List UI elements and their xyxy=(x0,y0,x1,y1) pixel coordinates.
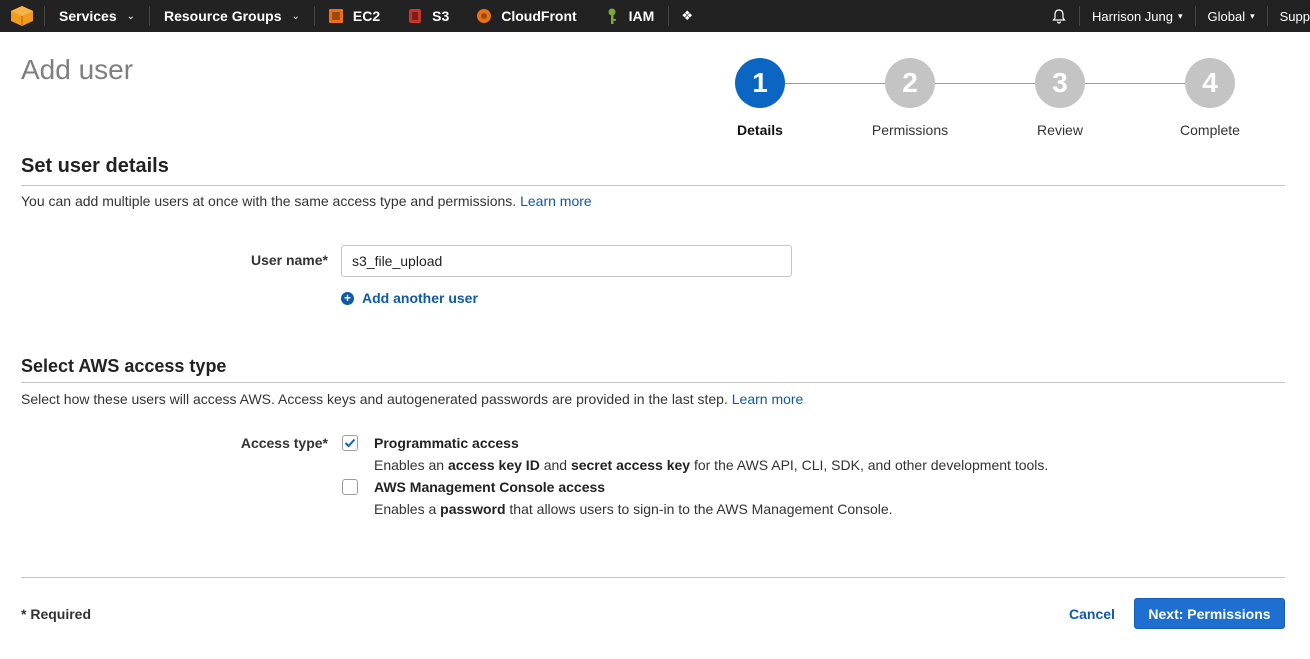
resource-groups-label: Resource Groups xyxy=(164,8,282,24)
notifications-button[interactable] xyxy=(1039,8,1079,24)
shortcut-s3[interactable]: S3 xyxy=(394,0,463,32)
page-title: Add user xyxy=(21,54,134,85)
step-number: 2 xyxy=(885,58,935,108)
chevron-down-icon: ⌄ xyxy=(126,10,135,22)
shortcut-ec2-label: EC2 xyxy=(352,8,381,24)
user-name-label: User name* xyxy=(250,252,328,268)
s3-icon xyxy=(406,7,424,25)
nav-right-group: Harrison Jung ▾ Global ▾ Supp xyxy=(1039,0,1310,32)
step-label: Details xyxy=(737,122,783,138)
checkmark-icon xyxy=(344,438,356,448)
section-divider xyxy=(21,382,1285,383)
bell-icon xyxy=(1052,9,1066,24)
support-label: Supp xyxy=(1279,8,1310,24)
desc-bold: secret access key xyxy=(570,457,691,473)
step-permissions[interactable]: 2 Permissions xyxy=(850,58,970,138)
desc-text: Enables a xyxy=(374,501,441,517)
shortcut-cloudfront-label: CloudFront xyxy=(501,8,577,24)
account-menu[interactable]: Harrison Jung ▾ xyxy=(1080,9,1194,24)
description-text: Select how these users will access AWS. … xyxy=(21,391,728,407)
step-complete[interactable]: 4 Complete xyxy=(1150,58,1270,138)
desc-text: Enables an xyxy=(374,457,448,473)
region-menu[interactable]: Global ▾ xyxy=(1196,9,1267,24)
step-label: Complete xyxy=(1180,122,1240,138)
access-type-description: Select how these users will access AWS. … xyxy=(21,391,803,407)
resource-groups-menu[interactable]: Resource Groups ⌄ xyxy=(150,0,314,32)
learn-more-link[interactable]: Learn more xyxy=(520,193,592,209)
user-name-input[interactable] xyxy=(341,245,792,277)
step-number: 1 xyxy=(735,58,785,108)
add-another-user-link[interactable]: + Add another user xyxy=(341,290,478,306)
iam-key-icon xyxy=(603,7,621,25)
pin-icon: ❖ xyxy=(681,8,693,23)
console-access-description: Enables a password that allows users to … xyxy=(374,501,893,517)
required-note: * Required xyxy=(21,606,92,622)
access-type-label: Access type* xyxy=(240,435,328,451)
user-details-heading: Set user details xyxy=(21,155,169,177)
description-text: You can add multiple users at once with … xyxy=(21,193,517,209)
programmatic-access-description: Enables an access key ID and secret acce… xyxy=(374,457,1048,473)
aws-logo-icon[interactable] xyxy=(0,0,44,32)
shortcut-cloudfront[interactable]: CloudFront xyxy=(463,0,590,32)
desc-text: and xyxy=(539,457,571,473)
region-label: Global xyxy=(1207,8,1246,24)
ec2-icon xyxy=(327,7,345,25)
wizard-stepper: 1 Details 2 Permissions 3 Review 4 Compl… xyxy=(700,58,1280,148)
chevron-down-icon: ⌄ xyxy=(291,10,300,22)
console-access-checkbox[interactable] xyxy=(342,479,358,495)
cancel-button[interactable]: Cancel xyxy=(1069,606,1115,622)
user-details-description: You can add multiple users at once with … xyxy=(21,193,592,209)
console-access-title: AWS Management Console access xyxy=(374,479,606,495)
services-label: Services xyxy=(59,8,117,24)
support-menu[interactable]: Supp xyxy=(1268,9,1310,24)
shortcut-s3-label: S3 xyxy=(432,8,450,24)
desc-text: for the AWS API, CLI, SDK, and other dev… xyxy=(690,457,1049,473)
step-label: Review xyxy=(1037,122,1083,138)
cloudfront-icon xyxy=(475,7,493,25)
desc-bold: password xyxy=(440,501,506,517)
step-details[interactable]: 1 Details xyxy=(700,58,820,138)
top-nav-bar: Services ⌄ Resource Groups ⌄ EC2 S3 Clou… xyxy=(0,0,1310,32)
services-menu[interactable]: Services ⌄ xyxy=(45,0,149,32)
shortcut-iam-label: IAM xyxy=(628,8,655,24)
step-review[interactable]: 3 Review xyxy=(1000,58,1120,138)
chevron-down-icon: ▾ xyxy=(1250,10,1255,21)
programmatic-access-checkbox[interactable] xyxy=(342,435,358,451)
programmatic-access-title: Programmatic access xyxy=(374,435,519,451)
footer-divider xyxy=(21,577,1285,578)
shortcut-iam[interactable]: IAM xyxy=(591,0,669,32)
add-another-user-label: Add another user xyxy=(362,290,478,306)
pin-button[interactable]: ❖ xyxy=(669,0,707,32)
section-divider xyxy=(21,185,1285,186)
next-permissions-button[interactable]: Next: Permissions xyxy=(1134,598,1285,629)
account-name: Harrison Jung xyxy=(1092,8,1173,24)
step-number: 3 xyxy=(1035,58,1085,108)
access-type-heading: Select AWS access type xyxy=(21,356,227,376)
plus-circle-icon: + xyxy=(341,291,354,305)
shortcut-ec2[interactable]: EC2 xyxy=(315,0,394,32)
learn-more-link[interactable]: Learn more xyxy=(732,391,804,407)
desc-text: that allows users to sign-in to the AWS … xyxy=(505,501,893,517)
desc-bold: access key ID xyxy=(447,457,540,473)
step-number: 4 xyxy=(1185,58,1235,108)
step-label: Permissions xyxy=(871,122,949,138)
chevron-down-icon: ▾ xyxy=(1177,10,1183,21)
